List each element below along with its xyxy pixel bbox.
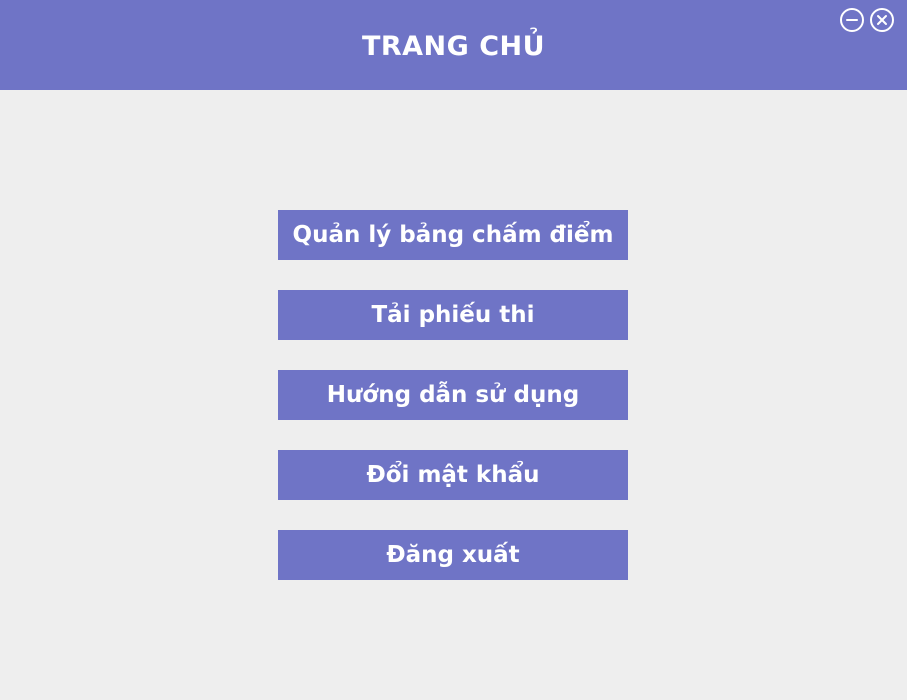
minimize-icon	[846, 19, 858, 21]
main-menu: Quản lý bảng chấm điểm Tải phiếu thi Hướ…	[278, 210, 628, 610]
close-icon	[877, 15, 887, 25]
user-guide-button[interactable]: Hướng dẫn sử dụng	[278, 370, 628, 420]
page-title: TRANG CHỦ	[361, 31, 546, 62]
download-exam-sheet-button[interactable]: Tải phiếu thi	[278, 290, 628, 340]
manage-score-sheet-button[interactable]: Quản lý bảng chấm điểm	[278, 210, 628, 260]
logout-button[interactable]: Đăng xuất	[278, 530, 628, 580]
change-password-button[interactable]: Đổi mật khẩu	[278, 450, 628, 500]
close-button[interactable]	[870, 8, 894, 32]
minimize-button[interactable]	[840, 8, 864, 32]
main-window: TRANG CHỦ Quản lý bảng chấm điểm Tải phi…	[0, 0, 907, 700]
header-bar: TRANG CHỦ	[0, 0, 907, 90]
